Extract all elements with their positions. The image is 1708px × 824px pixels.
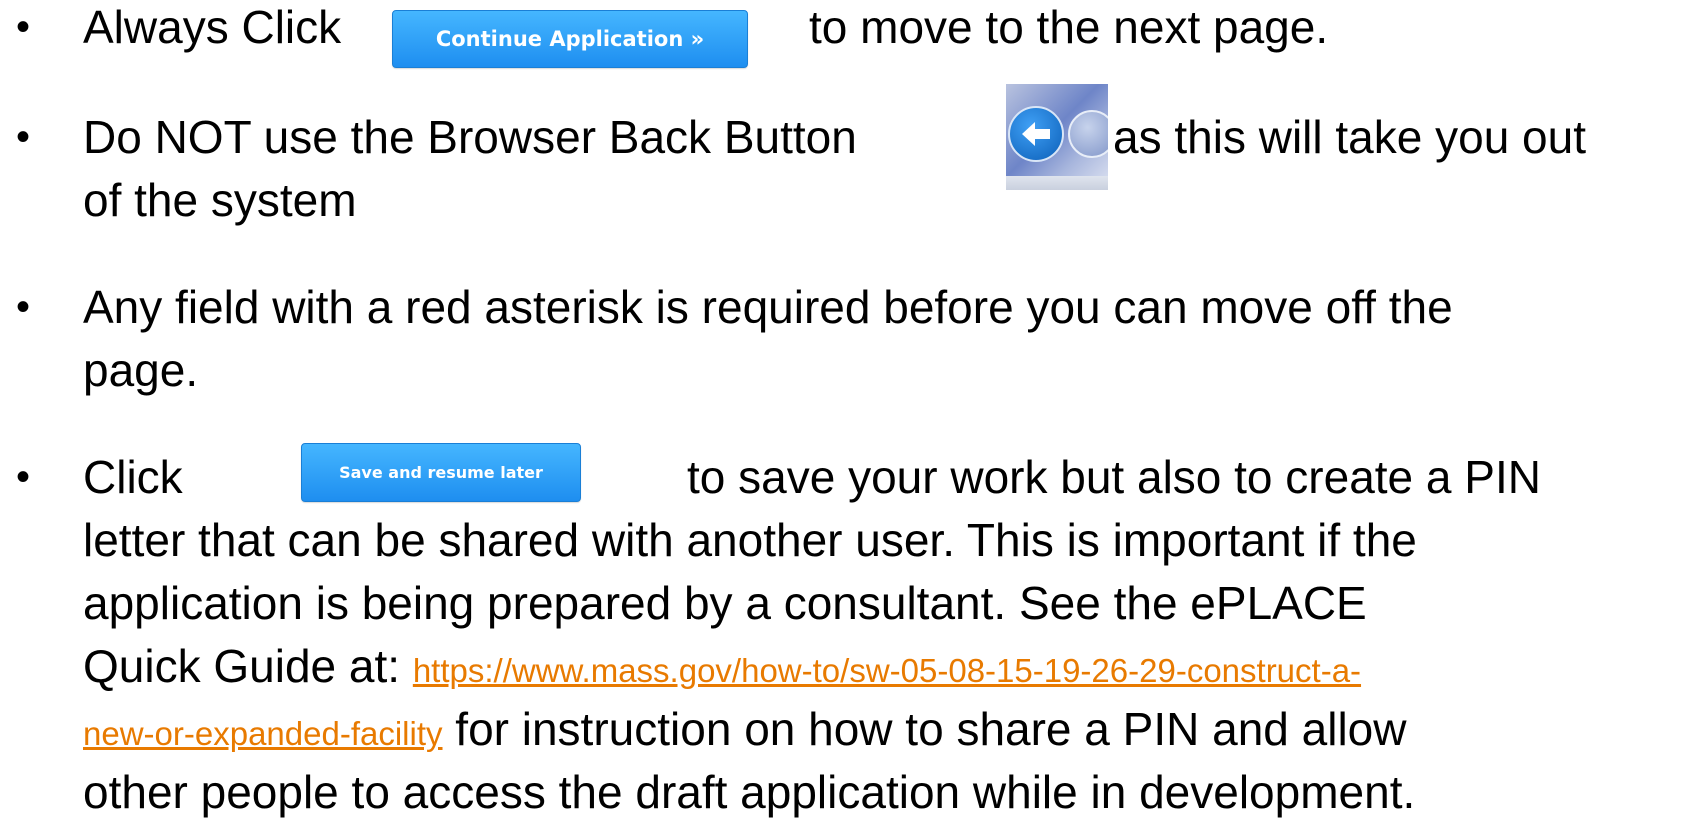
bullet-text-line6: other people to access the draft applica… (83, 766, 1416, 818)
browser-back-button-image (1006, 84, 1108, 190)
bullet-text-after: to move to the next page. (809, 1, 1329, 53)
continue-application-button[interactable]: Continue Application » (392, 10, 748, 68)
quick-guide-label: Quick Guide at: (83, 640, 413, 692)
bullet-text-before: Do NOT use the Browser Back Button (83, 111, 857, 163)
quick-guide-link[interactable]: https://www.mass.gov/how-to/sw-05-08-15-… (413, 652, 1361, 689)
bullet-dot: • (15, 5, 30, 49)
bullet-text-after: as this will take you out (1113, 111, 1587, 163)
bullet-text-after: to save your work but also to create a P… (687, 451, 1541, 503)
toolbar-strip (1006, 176, 1108, 190)
bullet-text-before: Always Click (83, 1, 342, 53)
bullet-text-line3: application is being prepared by a consu… (83, 577, 1367, 629)
bullet-text-line2: page. (83, 344, 199, 396)
back-arrow-icon (1008, 106, 1064, 162)
bullet-text-line1: Any field with a red asterisk is require… (83, 281, 1453, 333)
bullet-text-line2: letter that can be shared with another u… (83, 514, 1417, 566)
bullet-dot: • (15, 115, 30, 159)
save-and-resume-later-button[interactable]: Save and resume later (301, 443, 581, 502)
quick-guide-link-continued[interactable]: new-or-expanded-facility (83, 715, 443, 752)
bullet-dot: • (15, 455, 30, 499)
bullet-text-before: Click (83, 451, 183, 503)
bullet-text-line5: new-or-expanded-facility for instruction… (83, 698, 1406, 765)
forward-circle (1068, 110, 1108, 158)
bullet-dot: • (15, 285, 30, 329)
bullet-text-line2: of the system (83, 174, 357, 226)
instruction-text: for instruction on how to share a PIN an… (442, 703, 1407, 755)
bullet-text-line4: Quick Guide at: https://www.mass.gov/how… (83, 635, 1361, 702)
